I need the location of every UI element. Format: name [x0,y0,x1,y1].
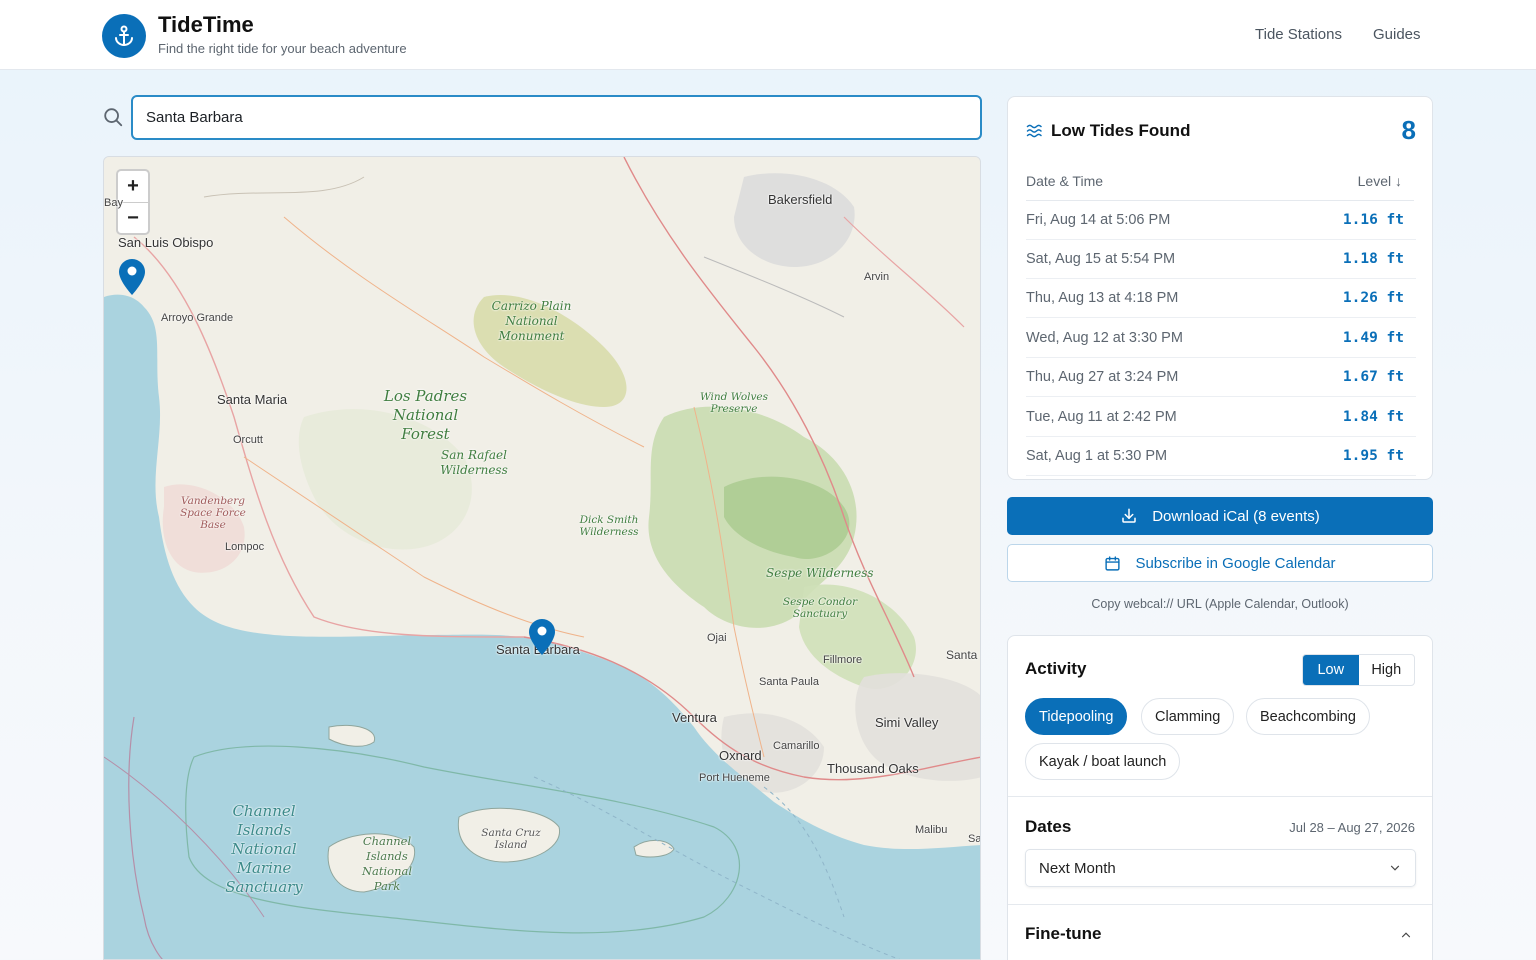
anchor-logo-icon [102,14,146,58]
chevron-up-icon[interactable] [1399,928,1413,942]
download-icon [1122,508,1136,523]
map-label-los-padres: Los Padres National Forest [383,387,468,443]
map-label-orcutt: Orcutt [233,434,263,446]
nav-guides[interactable]: Guides [1373,26,1421,43]
map-label-malibu: Malibu [915,824,948,836]
tide-row[interactable]: Thu, Aug 27 at 3:24 PM 1.67 ft [1026,358,1416,397]
dates-select[interactable]: Next Month [1025,849,1416,887]
column-header-date: Date & Time [1026,173,1104,189]
chip-kayak-boat-launch[interactable]: Kayak / boat launch [1025,743,1181,780]
tide-date: Tue, Aug 11 at 2:42 PM [1026,409,1177,425]
chevron-down-icon [1390,865,1400,871]
dates-title: Dates [1025,817,1072,836]
section-divider [1008,904,1432,905]
dates-select-value: Next Month [1039,859,1116,877]
chip-tidepooling[interactable]: Tidepooling [1025,698,1128,735]
map-label-san-rafael: San Rafael Wilderness [440,448,508,477]
chip-clamming[interactable]: Clamming [1141,698,1235,735]
nav-tide-stations[interactable]: Tide Stations [1255,26,1342,43]
tide-row[interactable]: Thu, Aug 13 at 4:18 PM 1.26 ft [1026,279,1416,318]
chip-beachcombing[interactable]: Beachcombing [1246,698,1370,735]
finetune-title[interactable]: Fine-tune [1025,924,1102,944]
tide-row[interactable]: Sat, Aug 1 at 5:30 PM 1.95 ft [1026,437,1416,476]
tide-map[interactable]: + − Bakersfield Arvin San Luis Obispo Ba… [103,156,981,960]
low-tides-card: Low Tides Found 8 Date & Time Level ↓ Fr… [1007,96,1433,480]
map-label-ventura: Ventura [672,710,717,725]
tide-date: Thu, Aug 13 at 4:18 PM [1026,290,1179,306]
map-label-sespe-condor: Sespe Condor Sanctuary [782,596,858,620]
calendar-icon [1105,555,1121,571]
tide-level: 1.18 ft [1342,251,1404,267]
tide-level: 1.84 ft [1342,409,1404,425]
map-label-santa-maria: Santa Maria [217,392,288,407]
waves-icon [1026,124,1042,138]
tide-row[interactable]: Wed, Aug 12 at 3:30 PM 1.49 ft [1026,319,1416,358]
toggle-high-button[interactable]: High [1359,655,1415,685]
section-divider [1008,796,1432,797]
app-title: TideTime [158,12,254,37]
map-label-vandenberg: Vandenberg Space Force Base [180,495,246,531]
search-icon [104,108,123,127]
map-label-bakersfield: Bakersfield [768,192,833,207]
map-label-arvin: Arvin [864,271,890,283]
dates-range: Jul 28 – Aug 27, 2026 [1289,820,1415,835]
app-subtitle: Find the right tide for your beach adven… [158,41,407,56]
tide-date: Sat, Aug 15 at 5:54 PM [1026,251,1176,267]
map-label-santa-paula: Santa Paula [759,676,819,688]
low-tides-title: Low Tides Found [1051,121,1191,140]
tide-date: Sat, Aug 1 at 5:30 PM [1026,448,1168,464]
app-header: TideTime Find the right tide for your be… [0,0,1536,70]
tide-type-toggle: Low High [1302,654,1415,686]
subscribe-google-calendar-label: Subscribe in Google Calendar [1135,554,1336,572]
tide-row[interactable]: Fri, Aug 14 at 5:06 PM 1.16 ft [1026,201,1416,240]
tide-date: Wed, Aug 12 at 3:30 PM [1026,330,1183,346]
tide-level: 1.67 ft [1342,369,1404,385]
activity-title: Activity [1025,659,1087,678]
download-ical-button[interactable]: Download iCal (8 events) [1007,497,1433,535]
map-label-ojai: Ojai [707,632,727,644]
low-tides-count: 8 [1401,115,1416,145]
settings-card: Activity Low High Tidepooling Clamming B… [1007,635,1433,960]
location-search-input[interactable] [131,95,982,140]
map-label-channel-park: Channel Islands National Park [361,834,413,893]
tide-level: 1.49 ft [1342,330,1404,346]
map-label-carrizo: Carrizo Plain National Monument [491,299,572,343]
map-label-san-luis-obispo: San Luis Obispo [118,235,214,250]
copy-webcal-link[interactable]: Copy webcal:// URL (Apple Calendar, Outl… [1007,597,1433,611]
tide-level: 1.16 ft [1342,212,1404,228]
map-label-santa-cruz-island: Santa Cruz Island [481,827,541,851]
map-label-camarillo: Camarillo [773,740,820,752]
tide-date: Fri, Aug 14 at 5:06 PM [1026,212,1171,228]
map-label-channel-sanctuary: Channel Islands National Marine Sanctuar… [225,802,303,896]
map-label-fillmore: Fillmore [823,654,863,666]
tide-row[interactable]: Sat, Aug 15 at 5:54 PM 1.18 ft [1026,240,1416,279]
map-label-port-hueneme: Port Hueneme [699,772,770,784]
toggle-low-button[interactable]: Low [1303,655,1359,685]
map-label-thousand-oaks: Thousand Oaks [827,761,919,776]
map-label-bay: Bay [104,197,123,209]
subscribe-google-calendar-button[interactable]: Subscribe in Google Calendar [1007,544,1433,582]
map-label-simi-valley: Simi Valley [875,715,939,730]
location-pin-icon[interactable] [119,259,145,295]
tide-level: 1.26 ft [1342,290,1404,306]
map-label-sa: Sa [968,833,981,845]
column-header-level-sort[interactable]: Level ↓ [1358,173,1402,189]
map-label-santa-clarita: Santa [946,648,978,662]
tide-level: 1.95 ft [1342,448,1404,464]
map-label-oxnard: Oxnard [719,748,762,763]
map-label-arroyo-grande: Arroyo Grande [161,312,234,324]
download-ical-label: Download iCal (8 events) [1152,507,1320,525]
tide-row[interactable]: Tue, Aug 11 at 2:42 PM 1.84 ft [1026,398,1416,437]
location-pin-icon[interactable] [529,619,555,655]
map-label-wind-wolves: Wind Wolves Preserve [699,391,769,415]
map-label-lompoc: Lompoc [225,541,265,553]
map-label-dick-smith: Dick Smith Wilderness [579,514,639,538]
map-label-sespe: Sespe Wilderness [766,566,874,580]
tide-date: Thu, Aug 27 at 3:24 PM [1026,369,1179,385]
